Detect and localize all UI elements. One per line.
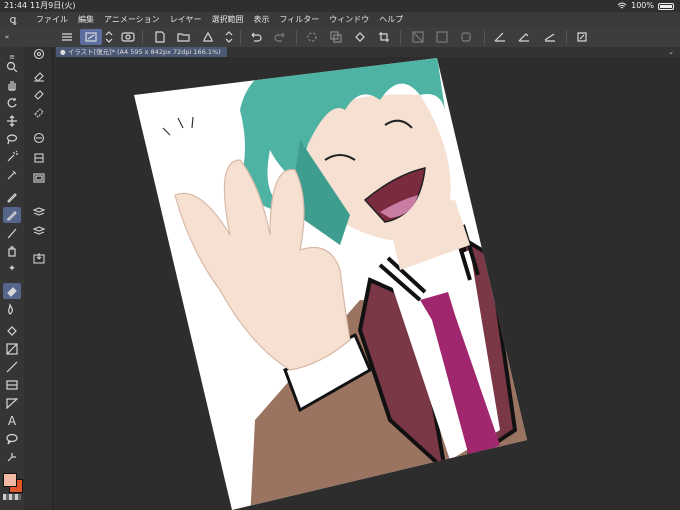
frame-icon[interactable] bbox=[3, 377, 21, 393]
menu-layer[interactable]: レイヤー bbox=[170, 12, 202, 27]
move-icon[interactable] bbox=[3, 113, 21, 129]
updown-stepper-icon[interactable] bbox=[224, 29, 234, 45]
undo-icon[interactable] bbox=[248, 29, 264, 45]
new-file-icon[interactable] bbox=[152, 29, 168, 45]
open-file-icon[interactable] bbox=[176, 29, 192, 45]
gradient-icon[interactable] bbox=[3, 341, 21, 357]
fill-bucket-icon[interactable] bbox=[352, 29, 368, 45]
status-bar: 21:44 11月9日(火) 100% bbox=[0, 0, 680, 12]
ruler-icon[interactable] bbox=[3, 395, 21, 411]
crop-icon[interactable] bbox=[376, 29, 392, 45]
line-icon[interactable] bbox=[3, 359, 21, 375]
battery-percent: 100% bbox=[631, 1, 654, 10]
search-sub-tool-icon[interactable] bbox=[31, 47, 47, 61]
menu-view[interactable]: 表示 bbox=[253, 12, 269, 27]
vector-eraser-icon[interactable] bbox=[31, 131, 47, 145]
chevron-down-icon[interactable]: ⌄ bbox=[668, 47, 674, 57]
transparent-color-swatch[interactable] bbox=[3, 494, 21, 500]
status-date: 11月9日(火) bbox=[30, 1, 76, 10]
layers-icon[interactable] bbox=[31, 223, 47, 237]
correct-line-icon[interactable] bbox=[3, 449, 21, 465]
menu-file[interactable]: ファイル bbox=[36, 12, 68, 27]
menu-selection[interactable]: 選択範囲 bbox=[211, 12, 243, 27]
import-icon[interactable] bbox=[31, 251, 47, 265]
soft-eraser-icon[interactable] bbox=[31, 87, 47, 101]
hard-eraser-icon[interactable] bbox=[31, 69, 47, 83]
eyedropper-icon[interactable] bbox=[3, 167, 21, 183]
text-icon[interactable]: A bbox=[3, 413, 21, 429]
wifi-icon bbox=[617, 2, 627, 9]
rotate-icon[interactable] bbox=[3, 95, 21, 111]
menu-animation[interactable]: アニメーション bbox=[104, 12, 160, 27]
menu-edit[interactable]: 編集 bbox=[78, 12, 94, 27]
lasso-select-icon[interactable] bbox=[3, 131, 21, 147]
airbrush-icon[interactable] bbox=[3, 243, 21, 259]
magic-wand-icon[interactable] bbox=[3, 149, 21, 165]
pen-correction-icon[interactable] bbox=[492, 29, 508, 45]
copy-icon[interactable] bbox=[328, 29, 344, 45]
brush-icon[interactable] bbox=[3, 225, 21, 241]
balloon-icon[interactable] bbox=[3, 431, 21, 447]
tool-property-button[interactable] bbox=[80, 29, 102, 45]
updown-stepper-icon[interactable] bbox=[104, 29, 114, 45]
battery-icon bbox=[658, 2, 674, 10]
brush-snap-icon[interactable] bbox=[516, 29, 532, 45]
erase-layers-icon[interactable] bbox=[31, 151, 47, 165]
menu-window[interactable]: ウィンドウ bbox=[329, 12, 369, 27]
menu-filter[interactable]: フィルター bbox=[279, 12, 319, 27]
status-time: 21:44 bbox=[4, 1, 28, 10]
blend-icon[interactable] bbox=[3, 301, 21, 317]
loading-icon[interactable] bbox=[304, 29, 320, 45]
rough-eraser-icon[interactable] bbox=[31, 105, 47, 119]
redo-icon[interactable] bbox=[272, 29, 288, 45]
settings-companion-icon[interactable] bbox=[574, 29, 590, 45]
clear-selection-icon[interactable] bbox=[410, 29, 426, 45]
collapse-left-icon[interactable]: « bbox=[2, 29, 12, 45]
hamburger-menu-icon[interactable] bbox=[60, 29, 74, 45]
fill-icon[interactable] bbox=[3, 323, 21, 339]
document-tab[interactable]: ● イラスト[復元]* (A4 595 x 842px 72dpi 166.1%… bbox=[56, 47, 227, 57]
eraser-icon[interactable] bbox=[3, 283, 21, 299]
pen-icon[interactable] bbox=[3, 189, 21, 205]
tool-palette: ≡ ✦ A bbox=[0, 47, 24, 510]
menu-items: ファイル 編集 アニメーション レイヤー 選択範囲 表示 フィルター ウィンドウ… bbox=[36, 12, 403, 27]
main-color-swatch[interactable] bbox=[3, 473, 17, 487]
erase-borders-icon[interactable] bbox=[31, 171, 47, 185]
command-bar: « bbox=[0, 27, 680, 48]
illustration-canvas[interactable] bbox=[53, 57, 680, 510]
decoration-icon[interactable]: ✦ bbox=[3, 261, 21, 277]
invert-selection-icon[interactable] bbox=[434, 29, 450, 45]
menu-bar: ꝗ ファイル 編集 アニメーション レイヤー 選択範囲 表示 フィルター ウィン… bbox=[0, 12, 680, 27]
sub-tool-palette bbox=[24, 47, 53, 510]
zoom-icon[interactable] bbox=[3, 59, 21, 75]
tab-dot-icon: ● bbox=[60, 48, 66, 56]
save-icon[interactable] bbox=[200, 29, 216, 45]
ruler-snap-icon[interactable] bbox=[542, 29, 558, 45]
layer-property-icon[interactable] bbox=[120, 29, 136, 45]
canvas-area[interactable] bbox=[53, 57, 680, 510]
select-all-icon[interactable] bbox=[458, 29, 474, 45]
document-tab-row: ● イラスト[復元]* (A4 595 x 842px 72dpi 166.1%… bbox=[54, 47, 680, 57]
document-tab-label: イラスト[復元]* (A4 595 x 842px 72dpi 166.1%) bbox=[67, 48, 221, 56]
menu-help[interactable]: ヘルプ bbox=[379, 12, 403, 27]
app-logo-icon[interactable]: ꝗ bbox=[6, 13, 20, 26]
hand-icon[interactable] bbox=[3, 77, 21, 93]
layer-stack-icon[interactable] bbox=[31, 205, 47, 219]
pencil-icon[interactable] bbox=[3, 207, 21, 223]
